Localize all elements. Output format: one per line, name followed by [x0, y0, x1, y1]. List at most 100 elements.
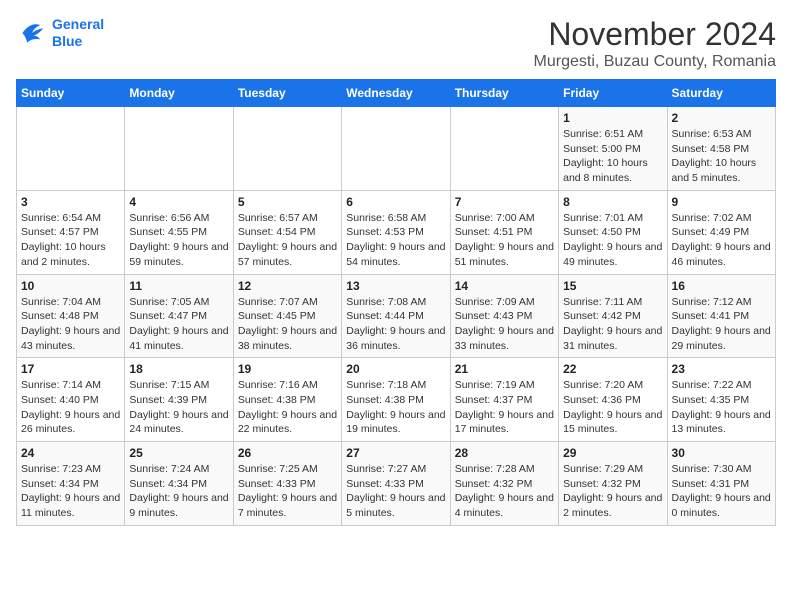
title-block: November 2024 Murgesti, Buzau County, Ro… [534, 16, 776, 71]
column-header-thursday: Thursday [450, 80, 558, 107]
calendar-table: SundayMondayTuesdayWednesdayThursdayFrid… [16, 79, 776, 526]
calendar-cell: 14 Sunrise: 7:09 AMSunset: 4:43 PMDayligh… [450, 274, 558, 358]
calendar-cell: 17 Sunrise: 7:14 AMSunset: 4:40 PMDayligh… [17, 358, 125, 442]
day-info: Sunrise: 7:09 AMSunset: 4:43 PMDaylight:… [455, 295, 554, 354]
day-number: 15 [563, 279, 662, 293]
day-number: 28 [455, 446, 554, 460]
day-info: Sunrise: 7:18 AMSunset: 4:38 PMDaylight:… [346, 378, 445, 437]
calendar-cell [450, 107, 558, 191]
calendar-week-2: 3 Sunrise: 6:54 AMSunset: 4:57 PMDaylight… [17, 190, 776, 274]
calendar-cell: 24 Sunrise: 7:23 AMSunset: 4:34 PMDayligh… [17, 442, 125, 526]
column-header-friday: Friday [559, 80, 667, 107]
day-number: 19 [238, 362, 337, 376]
day-info: Sunrise: 7:25 AMSunset: 4:33 PMDaylight:… [238, 462, 337, 521]
calendar-cell: 30 Sunrise: 7:30 AMSunset: 4:31 PMDayligh… [667, 442, 775, 526]
day-number: 18 [129, 362, 228, 376]
day-number: 22 [563, 362, 662, 376]
calendar-cell: 27Sunrise: 7:27 AMSunset: 4:33 PMDayligh… [342, 442, 450, 526]
calendar-cell: 7 Sunrise: 7:00 AMSunset: 4:51 PMDaylight… [450, 190, 558, 274]
day-number: 1 [563, 111, 662, 125]
calendar-cell: 3 Sunrise: 6:54 AMSunset: 4:57 PMDaylight… [17, 190, 125, 274]
day-number: 2 [672, 111, 771, 125]
column-header-saturday: Saturday [667, 80, 775, 107]
location: Murgesti, Buzau County, Romania [534, 53, 776, 71]
day-info: Sunrise: 7:20 AMSunset: 4:36 PMDaylight:… [563, 378, 662, 437]
day-info: Sunrise: 7:22 AMSunset: 4:35 PMDaylight:… [672, 378, 771, 437]
calendar-cell: 9 Sunrise: 7:02 AMSunset: 4:49 PMDaylight… [667, 190, 775, 274]
day-info: Sunrise: 6:54 AMSunset: 4:57 PMDaylight:… [21, 211, 120, 270]
day-number: 29 [563, 446, 662, 460]
day-number: 6 [346, 195, 445, 209]
day-number: 24 [21, 446, 120, 460]
day-info: Sunrise: 7:24 AMSunset: 4:34 PMDaylight:… [129, 462, 228, 521]
calendar-cell: 29 Sunrise: 7:29 AMSunset: 4:32 PMDayligh… [559, 442, 667, 526]
logo-text: General Blue [52, 16, 104, 50]
logo: General Blue [16, 16, 104, 50]
calendar-week-3: 10Sunrise: 7:04 AMSunset: 4:48 PMDayligh… [17, 274, 776, 358]
calendar-cell: 16 Sunrise: 7:12 AMSunset: 4:41 PMDayligh… [667, 274, 775, 358]
day-number: 5 [238, 195, 337, 209]
day-info: Sunrise: 7:01 AMSunset: 4:50 PMDaylight:… [563, 211, 662, 270]
calendar-cell: 8Sunrise: 7:01 AMSunset: 4:50 PMDaylight… [559, 190, 667, 274]
day-number: 17 [21, 362, 120, 376]
calendar-cell: 6 Sunrise: 6:58 AMSunset: 4:53 PMDaylight… [342, 190, 450, 274]
column-header-sunday: Sunday [17, 80, 125, 107]
column-header-wednesday: Wednesday [342, 80, 450, 107]
calendar-cell: 12 Sunrise: 7:07 AMSunset: 4:45 PMDayligh… [233, 274, 341, 358]
calendar-cell [342, 107, 450, 191]
page-header: General Blue November 2024 Murgesti, Buz… [16, 16, 776, 71]
calendar-cell: 20Sunrise: 7:18 AMSunset: 4:38 PMDayligh… [342, 358, 450, 442]
calendar-cell: 10Sunrise: 7:04 AMSunset: 4:48 PMDayligh… [17, 274, 125, 358]
calendar-cell [125, 107, 233, 191]
day-info: Sunrise: 7:27 AMSunset: 4:33 PMDaylight:… [346, 462, 445, 521]
calendar-cell: 1 Sunrise: 6:51 AMSunset: 5:00 PMDaylight… [559, 107, 667, 191]
day-number: 13 [346, 279, 445, 293]
month-title: November 2024 [534, 16, 776, 53]
day-number: 12 [238, 279, 337, 293]
day-info: Sunrise: 7:14 AMSunset: 4:40 PMDaylight:… [21, 378, 120, 437]
day-number: 16 [672, 279, 771, 293]
calendar-header-row: SundayMondayTuesdayWednesdayThursdayFrid… [17, 80, 776, 107]
day-info: Sunrise: 7:00 AMSunset: 4:51 PMDaylight:… [455, 211, 554, 270]
day-number: 21 [455, 362, 554, 376]
calendar-cell [17, 107, 125, 191]
calendar-cell: 25Sunrise: 7:24 AMSunset: 4:34 PMDayligh… [125, 442, 233, 526]
day-info: Sunrise: 7:05 AMSunset: 4:47 PMDaylight:… [129, 295, 228, 354]
day-number: 9 [672, 195, 771, 209]
calendar-week-1: 1 Sunrise: 6:51 AMSunset: 5:00 PMDaylight… [17, 107, 776, 191]
calendar-cell: 22 Sunrise: 7:20 AMSunset: 4:36 PMDayligh… [559, 358, 667, 442]
day-info: Sunrise: 7:30 AMSunset: 4:31 PMDaylight:… [672, 462, 771, 521]
calendar-cell: 28Sunrise: 7:28 AMSunset: 4:32 PMDayligh… [450, 442, 558, 526]
day-info: Sunrise: 7:07 AMSunset: 4:45 PMDaylight:… [238, 295, 337, 354]
day-number: 14 [455, 279, 554, 293]
logo-icon [16, 17, 48, 49]
day-info: Sunrise: 6:58 AMSunset: 4:53 PMDaylight:… [346, 211, 445, 270]
day-info: Sunrise: 6:56 AMSunset: 4:55 PMDaylight:… [129, 211, 228, 270]
day-number: 10 [21, 279, 120, 293]
calendar-cell: 4Sunrise: 6:56 AMSunset: 4:55 PMDaylight… [125, 190, 233, 274]
column-header-tuesday: Tuesday [233, 80, 341, 107]
day-info: Sunrise: 7:16 AMSunset: 4:38 PMDaylight:… [238, 378, 337, 437]
calendar-week-4: 17 Sunrise: 7:14 AMSunset: 4:40 PMDayligh… [17, 358, 776, 442]
column-header-monday: Monday [125, 80, 233, 107]
day-number: 30 [672, 446, 771, 460]
day-info: Sunrise: 6:53 AMSunset: 4:58 PMDaylight:… [672, 127, 771, 186]
day-info: Sunrise: 7:12 AMSunset: 4:41 PMDaylight:… [672, 295, 771, 354]
day-number: 11 [129, 279, 228, 293]
day-info: Sunrise: 7:02 AMSunset: 4:49 PMDaylight:… [672, 211, 771, 270]
day-info: Sunrise: 6:51 AMSunset: 5:00 PMDaylight:… [563, 127, 662, 186]
day-info: Sunrise: 7:29 AMSunset: 4:32 PMDaylight:… [563, 462, 662, 521]
day-number: 7 [455, 195, 554, 209]
day-number: 3 [21, 195, 120, 209]
calendar-cell: 2 Sunrise: 6:53 AMSunset: 4:58 PMDaylight… [667, 107, 775, 191]
calendar-cell: 26Sunrise: 7:25 AMSunset: 4:33 PMDayligh… [233, 442, 341, 526]
day-info: Sunrise: 7:19 AMSunset: 4:37 PMDaylight:… [455, 378, 554, 437]
calendar-cell: 13Sunrise: 7:08 AMSunset: 4:44 PMDayligh… [342, 274, 450, 358]
day-info: Sunrise: 7:11 AMSunset: 4:42 PMDaylight:… [563, 295, 662, 354]
calendar-cell: 19 Sunrise: 7:16 AMSunset: 4:38 PMDayligh… [233, 358, 341, 442]
day-info: Sunrise: 6:57 AMSunset: 4:54 PMDaylight:… [238, 211, 337, 270]
calendar-cell: 21 Sunrise: 7:19 AMSunset: 4:37 PMDayligh… [450, 358, 558, 442]
calendar-week-5: 24 Sunrise: 7:23 AMSunset: 4:34 PMDayligh… [17, 442, 776, 526]
calendar-cell [233, 107, 341, 191]
day-info: Sunrise: 7:23 AMSunset: 4:34 PMDaylight:… [21, 462, 120, 521]
